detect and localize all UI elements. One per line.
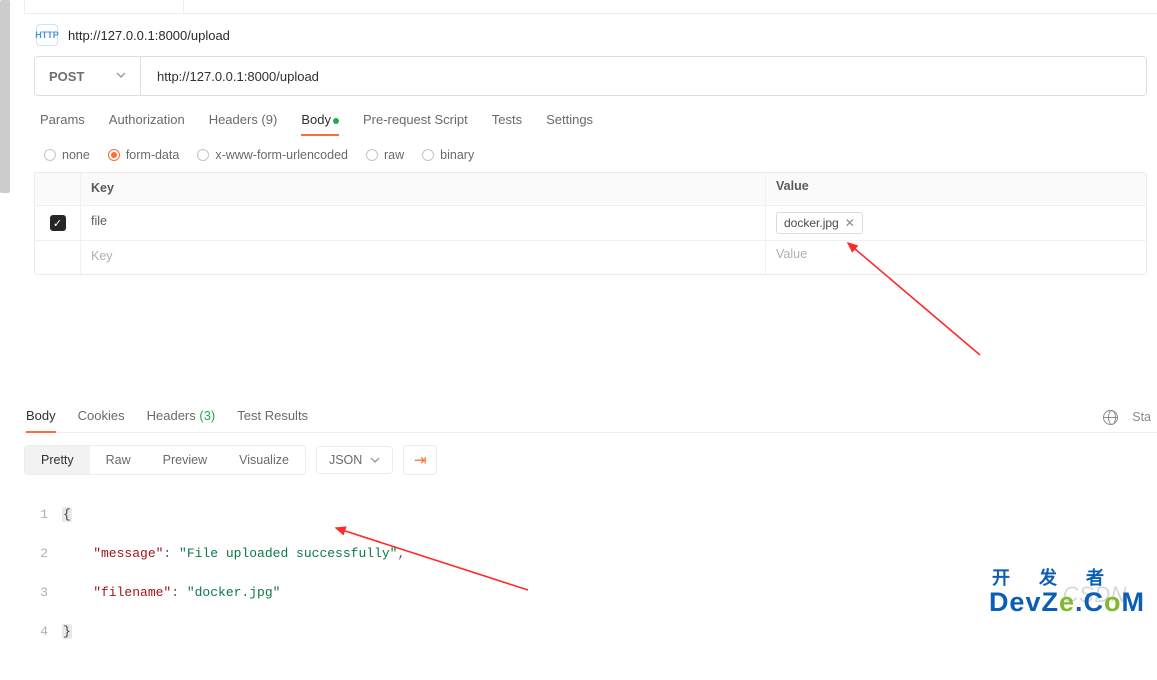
radio-binary-label: binary xyxy=(440,148,474,162)
viewmode-visualize[interactable]: Visualize xyxy=(223,446,305,474)
tab-params[interactable]: Params xyxy=(40,112,85,135)
tab-body[interactable]: Body xyxy=(301,112,339,135)
workspace-tab-strip xyxy=(24,0,1157,14)
row-checkbox-cell[interactable]: ✓ xyxy=(35,206,81,240)
table-row: ✓ file docker.jpg ✕ xyxy=(35,206,1146,241)
viewmode-preview[interactable]: Preview xyxy=(147,446,223,474)
header-key: Key xyxy=(81,173,766,205)
json-brace: { xyxy=(62,507,72,522)
radio-raw-label: raw xyxy=(384,148,404,162)
file-chip-name: docker.jpg xyxy=(784,216,839,230)
line-number: 1 xyxy=(28,505,62,525)
resp-tab-testresults[interactable]: Test Results xyxy=(237,408,308,432)
response-body-code[interactable]: 1{ 2 "message": "File uploaded successfu… xyxy=(24,485,1157,680)
row-checkbox-cell[interactable] xyxy=(35,241,81,274)
chevron-down-icon xyxy=(370,455,380,465)
request-title: http://127.0.0.1:8000/upload xyxy=(68,28,230,43)
radio-icon xyxy=(366,149,378,161)
radio-none-label: none xyxy=(62,148,90,162)
line-number: 3 xyxy=(28,583,62,603)
resp-tab-headers[interactable]: Headers (3) xyxy=(147,408,216,432)
table-row-empty: Key Value xyxy=(35,241,1146,274)
method-dropdown[interactable]: POST xyxy=(35,57,141,95)
sidebar-scrollbar[interactable] xyxy=(0,0,10,193)
response-tabs: Body Cookies Headers (3) Test Results St… xyxy=(24,402,1157,433)
format-label: JSON xyxy=(329,453,362,467)
row-key-input[interactable]: Key xyxy=(81,241,766,274)
view-mode-segment: Pretty Raw Preview Visualize xyxy=(24,445,306,475)
chevron-down-icon xyxy=(116,70,126,83)
radio-formdata-label: form-data xyxy=(126,148,180,162)
row-key-input[interactable]: file xyxy=(81,206,766,240)
tab-authorization[interactable]: Authorization xyxy=(109,112,185,135)
radio-icon xyxy=(108,149,120,161)
json-key: "filename" xyxy=(62,585,171,600)
tab-body-label: Body xyxy=(301,112,331,127)
viewmode-raw[interactable]: Raw xyxy=(90,446,147,474)
format-dropdown[interactable]: JSON xyxy=(316,446,393,474)
json-colon: : xyxy=(163,546,179,561)
tab-settings[interactable]: Settings xyxy=(546,112,593,135)
body-active-dot-icon xyxy=(333,118,339,124)
radio-raw[interactable]: raw xyxy=(366,148,404,162)
header-value: Value xyxy=(766,173,1146,205)
resp-tab-headers-label: Headers xyxy=(147,408,200,423)
watermark-devze-en: DevZe.CoM xyxy=(989,587,1145,617)
workspace-tab[interactable] xyxy=(24,0,184,14)
wrap-icon: ⇥ xyxy=(414,451,427,469)
resp-tab-cookies[interactable]: Cookies xyxy=(78,408,125,432)
radio-binary[interactable]: binary xyxy=(422,148,474,162)
body-type-radios: none form-data x-www-form-urlencoded raw… xyxy=(34,135,1147,172)
radio-urlencoded[interactable]: x-www-form-urlencoded xyxy=(197,148,348,162)
line-number: 2 xyxy=(28,544,62,564)
tab-headers[interactable]: Headers (9) xyxy=(209,112,278,135)
checkbox-checked-icon: ✓ xyxy=(50,215,66,231)
request-tabs: Params Authorization Headers (9) Body Pr… xyxy=(34,96,1147,135)
radio-urlenc-label: x-www-form-urlencoded xyxy=(215,148,348,162)
tab-prerequest[interactable]: Pre-request Script xyxy=(363,112,468,135)
radio-icon xyxy=(44,149,56,161)
http-icon: HTTP xyxy=(36,24,58,46)
response-toolbar: Pretty Raw Preview Visualize JSON ⇥ xyxy=(24,433,1157,485)
url-bar: POST xyxy=(34,56,1147,96)
json-colon: : xyxy=(171,585,187,600)
url-input[interactable] xyxy=(141,57,1146,95)
radio-formdata[interactable]: form-data xyxy=(108,148,180,162)
json-comma: , xyxy=(397,546,405,561)
method-label: POST xyxy=(49,69,84,84)
file-chip[interactable]: docker.jpg ✕ xyxy=(776,212,863,234)
radio-none[interactable]: none xyxy=(44,148,90,162)
headers-count: (3) xyxy=(199,408,215,423)
row-value-cell[interactable]: docker.jpg ✕ xyxy=(766,206,1146,240)
response-panel: Body Cookies Headers (3) Test Results St… xyxy=(24,398,1157,626)
json-string: "docker.jpg" xyxy=(187,585,281,600)
globe-icon[interactable] xyxy=(1103,410,1118,425)
wrap-lines-button[interactable]: ⇥ xyxy=(403,445,437,475)
tab-tests[interactable]: Tests xyxy=(492,112,522,135)
radio-icon xyxy=(422,149,434,161)
viewmode-pretty[interactable]: Pretty xyxy=(25,446,90,474)
watermark-devze: 开 发 者 DevZe.CoM xyxy=(989,569,1145,618)
status-text: Sta xyxy=(1132,410,1151,424)
header-check-cell xyxy=(35,173,81,205)
radio-icon xyxy=(197,149,209,161)
row-value-input[interactable]: Value xyxy=(766,241,1146,274)
formdata-table: Key Value ✓ file docker.jpg ✕ Key Value xyxy=(34,172,1147,275)
resp-tab-body[interactable]: Body xyxy=(26,408,56,432)
line-number: 4 xyxy=(28,622,62,642)
response-status-area: Sta xyxy=(1103,410,1155,431)
json-string: "File uploaded successfully" xyxy=(179,546,397,561)
json-key: "message" xyxy=(62,546,163,561)
watermark-devze-cn: 开 发 者 xyxy=(989,569,1145,587)
request-title-row: HTTP http://127.0.0.1:8000/upload xyxy=(24,14,1157,56)
table-header-row: Key Value xyxy=(35,173,1146,206)
remove-file-icon[interactable]: ✕ xyxy=(845,216,855,230)
